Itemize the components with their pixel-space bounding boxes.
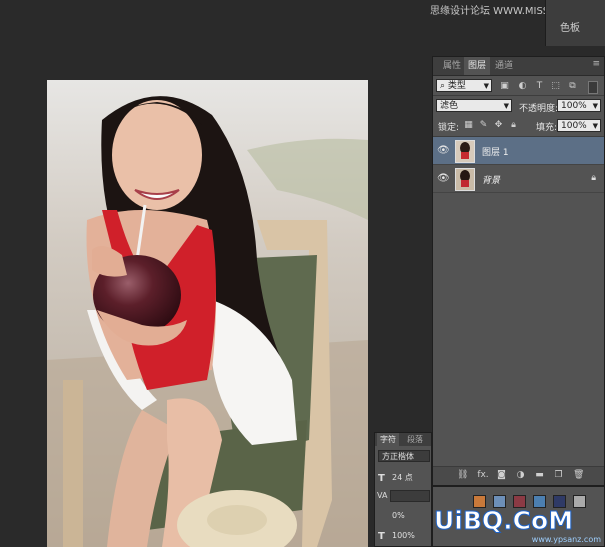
lock-icon: 🔒︎ bbox=[591, 173, 596, 183]
divider bbox=[433, 95, 604, 96]
font-size-icon: T bbox=[378, 473, 385, 484]
blend-mode-dropdown[interactable]: 滤色 ▼ bbox=[436, 99, 512, 112]
layers-panel-tabbar: 属性 图层 通道 ≡ bbox=[433, 57, 604, 76]
fill-field[interactable]: 100% ▼ bbox=[557, 119, 601, 132]
image-icon[interactable]: ▣ bbox=[499, 81, 510, 92]
layer-row[interactable]: 👁︎ 图层 1 bbox=[433, 137, 604, 165]
lock-all-icon[interactable]: 🔒︎ bbox=[508, 120, 519, 131]
filter-kind-label: 类型 bbox=[447, 81, 466, 91]
opacity-value: 100% bbox=[561, 101, 587, 111]
toggle-icon[interactable] bbox=[588, 81, 598, 94]
watermark-bottom: UiBQ.CoM www.ypsanz.com bbox=[432, 506, 605, 547]
vertical-scale-icon: T bbox=[378, 531, 385, 542]
layer-row[interactable]: 👁︎ 背景 🔒︎ bbox=[433, 165, 604, 193]
blend-row: 滤色 ▼ 不透明度: 100% ▼ bbox=[433, 97, 604, 115]
tab-paragraph[interactable]: 段落 bbox=[404, 433, 426, 446]
adjustment-icon[interactable]: ◐ bbox=[517, 81, 528, 92]
eye-icon[interactable]: 👁︎ bbox=[437, 174, 450, 184]
layer-thumbnail bbox=[455, 140, 475, 163]
chevron-down-icon: ▼ bbox=[483, 82, 489, 90]
scale-field[interactable]: 0% bbox=[389, 510, 430, 522]
type-icon[interactable]: T bbox=[534, 81, 545, 92]
chevron-down-icon: ▼ bbox=[592, 122, 598, 130]
new-layer-icon[interactable]: ❐ bbox=[553, 470, 564, 481]
character-panel-tabbar: 字符 段落 bbox=[375, 433, 431, 446]
lock-brush-icon[interactable]: ✎ bbox=[478, 120, 489, 131]
tracking-field[interactable] bbox=[390, 490, 430, 502]
filter-row: ⌕ 类型 ▼ ▣ ◐ T ⬚ ⧉ bbox=[433, 78, 604, 94]
tab-properties[interactable]: 属性 bbox=[439, 57, 465, 75]
panel-menu-icon[interactable]: ≡ bbox=[592, 59, 600, 69]
character-panel: 字符 段落 方正楷体 T 24 点 VA 0% T 100% bbox=[374, 432, 432, 547]
adjustment-layer-icon[interactable]: ◑ bbox=[515, 470, 526, 481]
fill-value: 100% bbox=[561, 121, 587, 131]
lock-row: 锁定: ▦ ✎ ✥ 🔒︎ 填充: 100% ▼ bbox=[433, 117, 604, 135]
fx-icon[interactable]: fx. bbox=[476, 470, 490, 481]
document-canvas[interactable] bbox=[47, 80, 368, 547]
swatches-tab-label: 色板 bbox=[560, 23, 580, 34]
tab-layers[interactable]: 图层 bbox=[464, 57, 491, 75]
layer-thumbnail bbox=[455, 168, 475, 191]
layer-name: 图层 1 bbox=[482, 148, 509, 158]
chevron-down-icon: ▼ bbox=[503, 102, 509, 110]
vertical-scale-field[interactable]: 100% bbox=[389, 530, 430, 542]
opacity-field[interactable]: 100% ▼ bbox=[557, 99, 601, 112]
group-icon[interactable]: ▬ bbox=[534, 470, 545, 481]
chevron-down-icon: ▼ bbox=[592, 102, 598, 110]
eye-icon[interactable]: 👁︎ bbox=[437, 146, 450, 156]
opacity-label: 不透明度: bbox=[519, 104, 559, 114]
tracking-icon: VA bbox=[377, 491, 388, 500]
blend-mode-value: 滤色 bbox=[440, 101, 459, 111]
link-icon[interactable]: ⛓︎ bbox=[457, 470, 468, 481]
lock-label: 锁定: bbox=[438, 123, 460, 133]
font-family-field[interactable]: 方正楷体 bbox=[378, 450, 430, 462]
layer-name: 背景 bbox=[482, 176, 501, 186]
swatches-tab[interactable]: 色板 bbox=[545, 0, 605, 46]
lock-move-icon[interactable]: ✥ bbox=[493, 120, 504, 131]
search-icon: ⌕ bbox=[440, 81, 446, 91]
layers-panel: 属性 图层 通道 ≡ ⌕ 类型 ▼ ▣ ◐ T ⬚ ⧉ 滤色 ▼ 不透明度: 1… bbox=[432, 56, 605, 486]
tab-channels[interactable]: 通道 bbox=[491, 57, 517, 75]
tab-character[interactable]: 字符 bbox=[377, 433, 399, 446]
shape-icon[interactable]: ⬚ bbox=[550, 81, 561, 92]
fill-label: 填充: bbox=[536, 123, 558, 133]
lock-transparent-icon[interactable]: ▦ bbox=[463, 120, 474, 131]
layers-bottom-bar: ⛓︎ fx. ◙ ◑ ▬ ❐ 🗑︎ bbox=[433, 466, 604, 485]
font-size-field[interactable]: 24 点 bbox=[389, 472, 430, 484]
trash-icon[interactable]: 🗑︎ bbox=[573, 470, 584, 481]
smart-object-icon[interactable]: ⧉ bbox=[567, 81, 578, 92]
mask-icon[interactable]: ◙ bbox=[496, 470, 507, 481]
watermark-logo: UiBQ.CoM bbox=[433, 506, 574, 536]
filter-kind-dropdown[interactable]: ⌕ 类型 ▼ bbox=[436, 79, 492, 92]
photo-image bbox=[47, 80, 368, 547]
watermark-url: www.ypsanz.com bbox=[531, 535, 601, 544]
